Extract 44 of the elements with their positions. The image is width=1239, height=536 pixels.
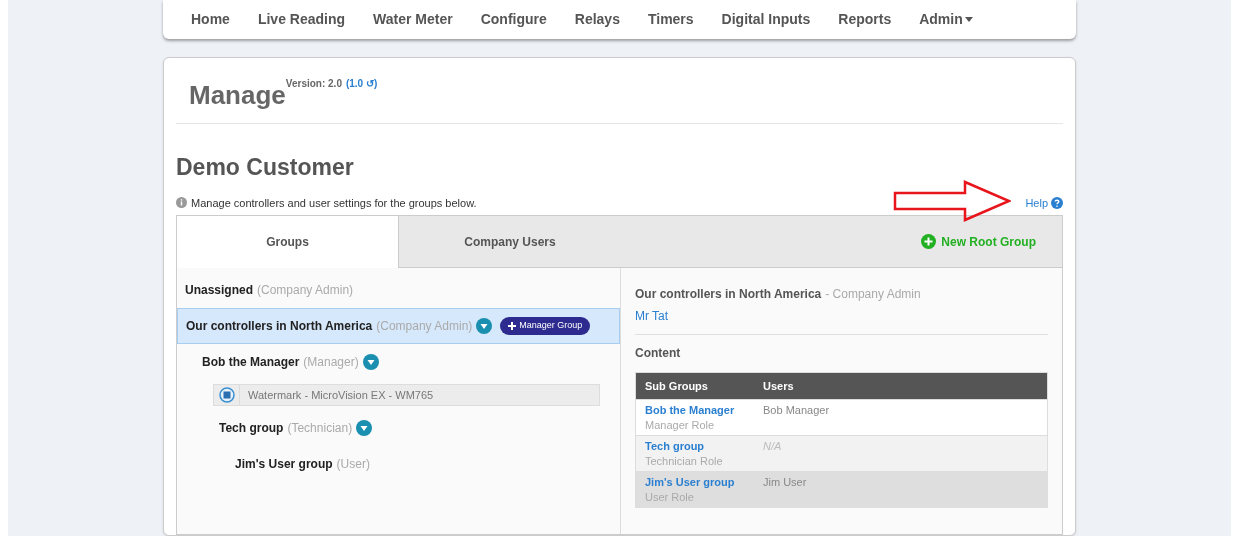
group-item[interactable]: Our controllers in North America (Company Admin) Manager Group: [177, 308, 620, 344]
page-title: Manage: [189, 79, 286, 112]
users-text: Bob Manager: [763, 404, 830, 416]
controller-name: Watermark - MicroVision EX - WM765: [247, 387, 435, 403]
nav-link[interactable]: Live Reading: [243, 9, 360, 30]
nav-link[interactable]: Configure: [466, 9, 561, 30]
subgroup-role: Manager Role: [645, 418, 716, 432]
add-manager-group-button[interactable]: Manager Group: [500, 317, 591, 335]
controller-icon: [218, 387, 235, 403]
info-icon: [176, 197, 187, 209]
help-link[interactable]: Help: [1025, 194, 1063, 211]
users-text: Jim User: [763, 476, 807, 488]
column-header: Users: [754, 373, 1047, 399]
group-item[interactable]: Tech group (Technician): [177, 410, 620, 446]
group-item[interactable]: Unassigned (Company Admin): [177, 272, 620, 308]
group-item[interactable]: Bob the Manager (Manager): [177, 344, 620, 380]
plus-icon: [508, 322, 517, 330]
plus-circle-icon: [921, 234, 937, 249]
column-header: Sub Groups: [636, 373, 754, 399]
group-name: Our controllers in North America: [635, 287, 822, 301]
nav-link[interactable]: Admin: [905, 9, 987, 30]
nav-link[interactable]: Water Meter: [359, 9, 467, 30]
dropdown-toggle-icon[interactable]: [362, 354, 379, 370]
dropdown-toggle-icon[interactable]: [476, 318, 493, 334]
nav-link[interactable]: Reports: [824, 9, 906, 30]
group-item[interactable]: Jim's User group (User): [177, 446, 620, 482]
info-text: Manage controllers and user settings for the groups below.: [191, 195, 477, 211]
nav-link[interactable]: Home: [177, 9, 244, 30]
nav-link[interactable]: Relays: [560, 9, 634, 30]
nav-link[interactable]: Timers: [633, 9, 708, 30]
subgroup-link[interactable]: Tech group: [645, 439, 754, 453]
dropdown-toggle-icon[interactable]: [356, 420, 373, 436]
help-icon: [1051, 196, 1063, 209]
tab[interactable]: Groups: [177, 216, 399, 268]
group-role: - Company Admin: [825, 287, 921, 301]
nav-link[interactable]: Digital Inputs: [707, 9, 825, 30]
owner-link[interactable]: Mr Tat: [635, 307, 1048, 325]
controller-item[interactable]: Watermark - MicroVision EX - WM765: [213, 384, 600, 406]
content-heading: Content: [635, 345, 682, 362]
version-link[interactable]: (1.0 ↺): [345, 76, 378, 91]
subgroup-role: Technician Role: [645, 454, 724, 468]
customer-title: Demo Customer: [176, 153, 355, 182]
version-label: Version: 2.0: [285, 77, 342, 91]
subgroup-link[interactable]: Bob the Manager: [645, 403, 754, 417]
